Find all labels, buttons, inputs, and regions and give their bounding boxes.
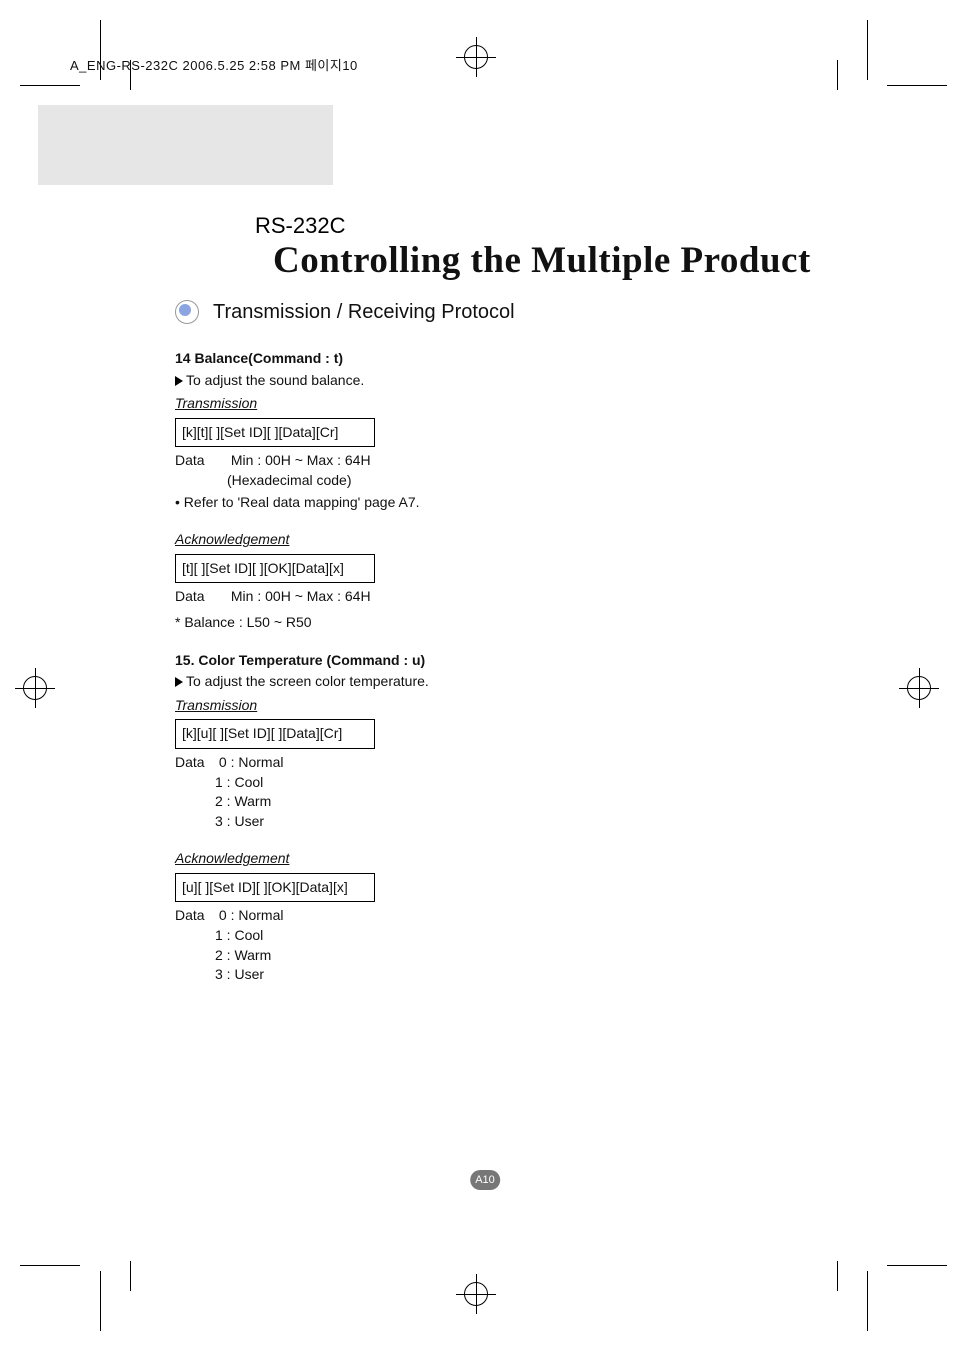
transmission-frame: [k][t][ ][Set ID][ ][Data][Cr] <box>175 418 375 448</box>
title-row: RS-232C Controlling the Multiple Product <box>255 213 875 282</box>
page-content: RS-232C Controlling the Multiple Product… <box>100 85 870 1255</box>
crop-mark <box>887 1265 947 1266</box>
data-value: 3 : User <box>215 812 735 832</box>
section-title: Transmission / Receiving Protocol <box>213 301 515 324</box>
ack-frame: [u][ ][Set ID][ ][OK][Data][x] <box>175 873 375 903</box>
description-text: To adjust the sound balance. <box>186 372 364 388</box>
section-header: Transmission / Receiving Protocol <box>175 300 515 324</box>
crop-mark <box>20 85 80 86</box>
command-14-block: 14 Balance(Command : t) To adjust the so… <box>175 349 735 633</box>
register-mark-icon <box>456 37 496 77</box>
bullet-sphere-icon <box>175 300 199 324</box>
data-value: 3 : User <box>215 965 735 985</box>
data-value: 1 : Cool <box>215 773 735 793</box>
data-label: Data <box>175 587 227 607</box>
data-range: Min : 00H ~ Max : 64H <box>231 587 371 607</box>
content-body: 14 Balance(Command : t) To adjust the so… <box>175 345 735 1003</box>
page-number-wrap: A10 <box>470 1170 500 1190</box>
crop-mark <box>867 20 868 80</box>
balance-note: * Balance : L50 ~ R50 <box>175 613 735 633</box>
command-description: To adjust the screen color temperature. <box>175 672 735 692</box>
reference-note: • Refer to 'Real data mapping' page A7. <box>175 493 735 513</box>
crop-mark <box>887 85 947 86</box>
data-label: Data <box>175 451 227 471</box>
data-value: 0 : Normal <box>219 906 284 926</box>
data-value: 1 : Cool <box>215 926 735 946</box>
data-value: 0 : Normal <box>219 753 284 773</box>
register-mark-icon <box>899 668 939 708</box>
register-mark-icon <box>15 668 55 708</box>
data-label: Data <box>175 906 215 926</box>
gray-header-box <box>38 105 333 185</box>
data-label: Data <box>175 753 215 773</box>
data-note: (Hexadecimal code) <box>227 471 735 491</box>
data-row: Data 0 : Normal <box>175 753 735 773</box>
command-15-block: 15. Color Temperature (Command : u) To a… <box>175 651 735 985</box>
subtitle: RS-232C <box>255 213 345 239</box>
crop-mark <box>130 1261 131 1291</box>
data-row: Data Min : 00H ~ Max : 64H <box>175 451 735 471</box>
ack-label: Acknowledgement <box>175 530 289 550</box>
crop-mark <box>837 1261 838 1291</box>
command-title: 15. Color Temperature (Command : u) <box>175 651 735 671</box>
page-title: Controlling the Multiple Product <box>273 239 811 282</box>
data-row: Data 0 : Normal <box>175 906 735 926</box>
transmission-label: Transmission <box>175 394 257 414</box>
print-header-line: A_ENG-RS-232C 2006.5.25 2:58 PM 페이지10 <box>70 55 358 74</box>
transmission-label: Transmission <box>175 696 257 716</box>
transmission-frame: [k][u][ ][Set ID][ ][Data][Cr] <box>175 719 375 749</box>
ack-frame: [t][ ][Set ID][ ][OK][Data][x] <box>175 554 375 584</box>
data-value: 2 : Warm <box>215 792 735 812</box>
data-value: 2 : Warm <box>215 946 735 966</box>
arrow-right-icon <box>175 677 183 687</box>
crop-mark <box>20 1265 80 1266</box>
register-mark-icon <box>456 1274 496 1314</box>
ack-block: Acknowledgement [u][ ][Set ID][ ][OK][Da… <box>175 845 735 985</box>
ack-label: Acknowledgement <box>175 849 289 869</box>
command-title: 14 Balance(Command : t) <box>175 349 735 369</box>
ack-block: Acknowledgement [t][ ][Set ID][ ][OK][Da… <box>175 526 735 632</box>
arrow-right-icon <box>175 376 183 386</box>
crop-mark <box>100 1271 101 1331</box>
data-range: Min : 00H ~ Max : 64H <box>231 451 371 471</box>
data-row: Data Min : 00H ~ Max : 64H <box>175 587 735 607</box>
page-number: A10 <box>470 1170 500 1190</box>
command-description: To adjust the sound balance. <box>175 371 735 391</box>
crop-mark <box>867 1271 868 1331</box>
description-text: To adjust the screen color temperature. <box>186 673 429 689</box>
